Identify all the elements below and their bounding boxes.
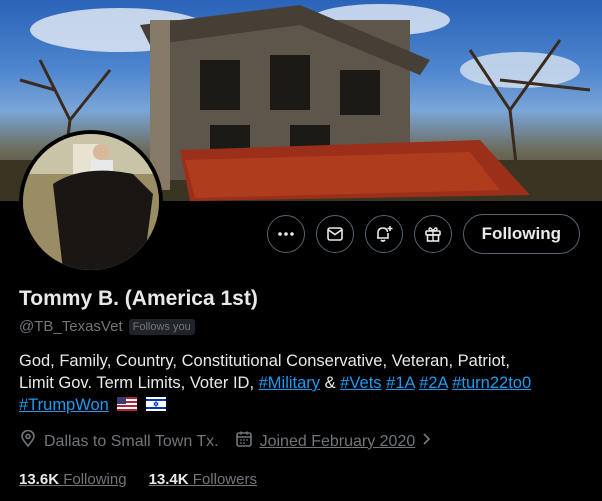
display-name: Tommy B. (America 1st) (19, 287, 258, 310)
profile-actions: Following (266, 214, 580, 254)
following-count: 13.6K (19, 471, 60, 488)
hashtag-2a[interactable]: #2A (419, 374, 447, 392)
bio-line-2-text: Limit Gov. Term Limits, Voter ID, (19, 374, 259, 392)
calendar-icon (235, 430, 253, 453)
handle-row: @TB_TexasVet Follows you (19, 318, 195, 335)
location-icon (19, 429, 37, 453)
following-count-link[interactable]: 13.6K Following (19, 471, 127, 488)
chevron-right-icon (422, 432, 432, 451)
bio-ampersand: & (320, 374, 341, 392)
joined-date[interactable]: Joined February 2020 (235, 430, 433, 453)
following-button[interactable]: Following (462, 214, 580, 254)
bio-line-1: God, Family, Country, Constitutional Con… (19, 352, 510, 370)
profile-bio: God, Family, Country, Constitutional Con… (19, 350, 589, 417)
hashtag-vets[interactable]: #Vets (340, 374, 381, 392)
profile-meta: Dallas to Small Town Tx. Joined February… (19, 429, 448, 453)
followers-count: 13.4K (148, 471, 189, 488)
bell-plus-icon[interactable] (364, 215, 403, 253)
hashtag-trumpwon[interactable]: #TrumpWon (19, 396, 109, 414)
gift-icon[interactable] (413, 215, 452, 253)
location-text: Dallas to Small Town Tx. (44, 432, 219, 450)
follows-you-badge: Follows you (128, 318, 195, 335)
following-label: Following (63, 471, 127, 488)
joined-text[interactable]: Joined February 2020 (260, 433, 416, 451)
hashtag-turn22to0[interactable]: #turn22to0 (452, 374, 531, 392)
user-handle: @TB_TexasVet (19, 318, 123, 335)
israel-flag-emoji (146, 395, 167, 417)
followers-label: Followers (192, 471, 257, 488)
more-icon[interactable] (266, 215, 305, 253)
hashtag-1a[interactable]: #1A (386, 374, 414, 392)
followers-count-link[interactable]: 13.4K Followers (149, 471, 257, 488)
hashtag-military[interactable]: #Military (259, 374, 320, 392)
location: Dallas to Small Town Tx. (19, 429, 219, 453)
us-flag-emoji (117, 395, 138, 417)
profile-avatar[interactable] (19, 130, 163, 274)
follow-counts: 13.6K Following 13.4K Followers (19, 471, 257, 488)
message-icon[interactable] (315, 215, 354, 253)
